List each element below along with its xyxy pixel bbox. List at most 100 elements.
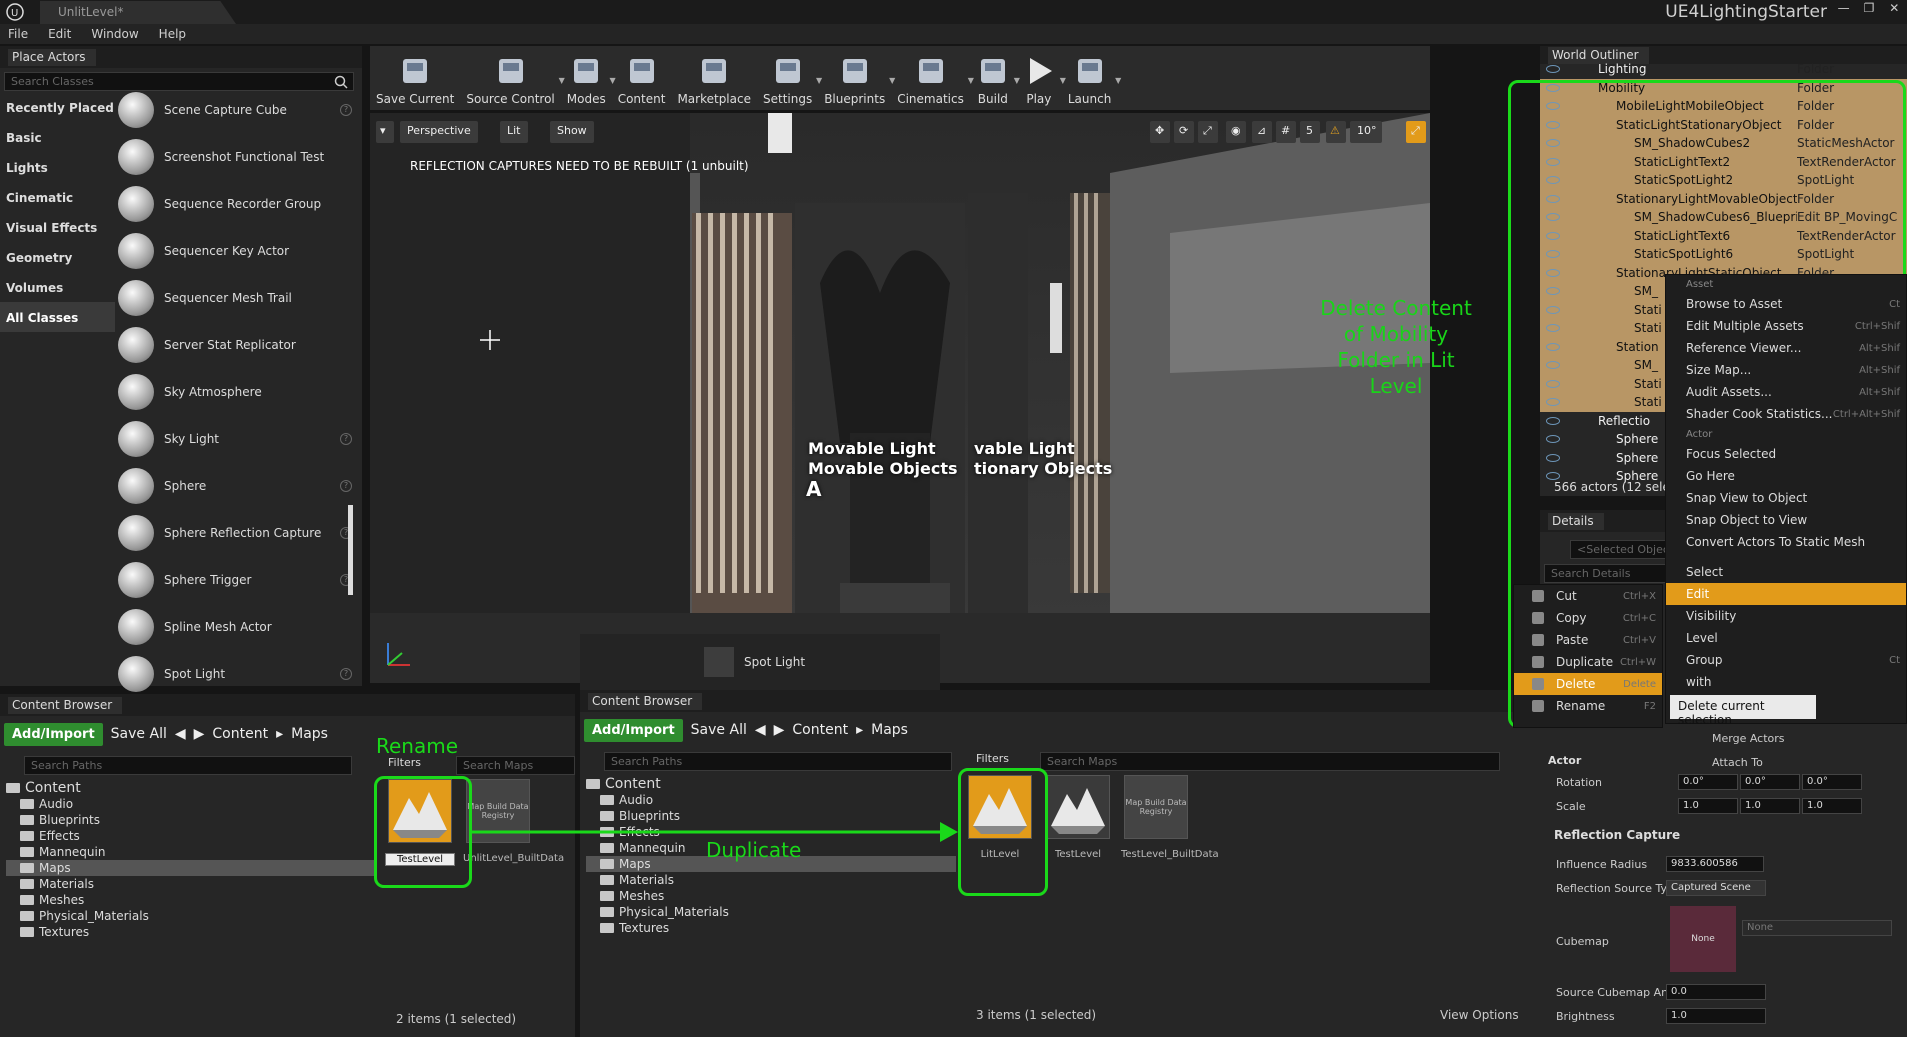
actor-class-item[interactable]: Spline Mesh Actor: [118, 603, 348, 650]
tree-folder-item[interactable]: Materials: [6, 876, 376, 892]
rotation-y-field[interactable]: 0.0°: [1740, 774, 1800, 790]
submenu-item[interactable]: Snap View to Object: [1666, 487, 1906, 509]
category-recently-placed[interactable]: Recently Placed: [0, 92, 115, 122]
actor-class-item[interactable]: Spot Light?: [118, 650, 352, 697]
submenu-item[interactable]: Edit Multiple Assets Ctrl+Shif: [1666, 315, 1906, 337]
rotation-snap-value[interactable]: 10°: [1350, 121, 1382, 143]
menu-help[interactable]: Help: [159, 24, 186, 44]
category-cinematic[interactable]: Cinematic: [0, 182, 115, 212]
translate-icon[interactable]: ✥: [1150, 121, 1170, 143]
tree-folder-item[interactable]: Physical_Materials: [6, 908, 376, 924]
help-icon[interactable]: ?: [340, 432, 352, 445]
history-back-icon[interactable]: ◀: [755, 722, 766, 738]
submenu-item[interactable]: Select: [1666, 561, 1906, 583]
tree-folder-item[interactable]: Physical_Materials: [586, 904, 956, 920]
context-menu-paste[interactable]: Paste Ctrl+V: [1514, 629, 1662, 651]
rotate-icon[interactable]: ⟳: [1174, 121, 1194, 143]
toolbar-button-content[interactable]: Content: [612, 46, 672, 110]
show-button[interactable]: Show: [550, 121, 594, 143]
category-basic[interactable]: Basic: [0, 122, 115, 152]
grid-size-value[interactable]: 5: [1300, 121, 1320, 143]
submenu-item[interactable]: Go Here: [1666, 465, 1906, 487]
add-import-button[interactable]: Add/Import: [4, 722, 103, 746]
close-icon[interactable]: ✕: [1882, 0, 1907, 18]
breadcrumb-maps[interactable]: Maps: [291, 726, 328, 742]
scale-x-field[interactable]: 1.0: [1678, 798, 1738, 814]
toolbar-button-settings[interactable]: Settings ▼: [757, 46, 822, 110]
submenu-item[interactable]: Visibility: [1666, 605, 1906, 627]
actor-list-scrollbar[interactable]: [348, 505, 353, 595]
actor-class-item[interactable]: Scene Capture Cube?: [118, 86, 352, 133]
scale-z-field[interactable]: 1.0: [1802, 798, 1862, 814]
actor-class-item[interactable]: Sky Atmosphere: [118, 368, 348, 415]
asset-tile[interactable]: TestLevel: [1043, 775, 1113, 875]
perspective-button[interactable]: Perspective: [400, 121, 478, 143]
rotation-z-field[interactable]: 0.0°: [1802, 774, 1862, 790]
source-cubemap-angle-field[interactable]: 0.0: [1666, 984, 1766, 1000]
tree-folder-item[interactable]: Blueprints: [6, 812, 376, 828]
reflection-capture-section[interactable]: Reflection Capture: [1554, 828, 1680, 842]
rotation-x-field[interactable]: 0.0°: [1678, 774, 1738, 790]
submenu-item[interactable]: with: [1666, 671, 1906, 693]
tree-folder-item[interactable]: Mannequin: [6, 844, 376, 860]
submenu-item[interactable]: Convert Actors To Static Mesh: [1666, 531, 1906, 553]
tree-folder-item[interactable]: Effects: [6, 828, 376, 844]
view-options-button[interactable]: View Options: [1440, 1008, 1519, 1022]
toolbar-button-build[interactable]: Build ▼: [970, 46, 1020, 110]
search-paths-input[interactable]: Search Paths: [604, 752, 952, 771]
breadcrumb-content[interactable]: Content: [212, 726, 268, 742]
content-browser-middle-tab[interactable]: Content Browser: [580, 690, 1540, 712]
toolbar-button-source-control[interactable]: Source Control ▼: [460, 46, 565, 110]
actor-class-item[interactable]: Server Stat Replicator: [118, 321, 348, 368]
save-all-button[interactable]: Save All: [691, 722, 747, 738]
history-back-icon[interactable]: ◀: [175, 726, 186, 742]
toolbar-button-modes[interactable]: Modes ▼: [561, 46, 616, 110]
merge-actors-label[interactable]: Merge Actors: [1712, 732, 1785, 745]
brightness-field[interactable]: 1.0: [1666, 1008, 1766, 1024]
cubemap-dropdown[interactable]: None: [1742, 920, 1892, 936]
help-icon[interactable]: ?: [340, 103, 352, 116]
toolbar-button-save[interactable]: Save Current: [370, 46, 460, 110]
actor-class-item[interactable]: Sequence Recorder Group: [118, 180, 348, 227]
actor-class-item[interactable]: Sky Light?: [118, 415, 352, 462]
influence-radius-field[interactable]: 9833.600586: [1666, 856, 1764, 872]
context-menu-delete[interactable]: Delete Delete: [1514, 673, 1662, 695]
category-all-classes[interactable]: All Classes: [0, 302, 115, 332]
tree-folder-item[interactable]: Maps: [6, 860, 376, 876]
tree-folder-item[interactable]: Materials: [586, 872, 956, 888]
tree-root-content[interactable]: Content: [6, 780, 376, 796]
help-icon[interactable]: ?: [340, 667, 352, 680]
submenu-item[interactable]: Edit: [1666, 583, 1906, 605]
actor-section-header[interactable]: Actor: [1548, 754, 1581, 767]
tree-folder-item[interactable]: Audio: [586, 792, 956, 808]
history-forward-icon[interactable]: ▶: [774, 722, 785, 738]
scale-y-field[interactable]: 1.0: [1740, 798, 1800, 814]
toolbar-button-blueprints[interactable]: Blueprints ▼: [818, 46, 895, 110]
menu-window[interactable]: Window: [91, 24, 138, 44]
history-forward-icon[interactable]: ▶: [194, 726, 205, 742]
maximize-viewport-icon[interactable]: ⤢: [1406, 121, 1426, 143]
dropdown-arrow-icon[interactable]: ▼: [1115, 76, 1121, 85]
filters-button[interactable]: Filters: [976, 752, 1009, 765]
tree-root-content[interactable]: Content: [586, 776, 956, 792]
menu-file[interactable]: File: [8, 24, 28, 44]
tree-folder-item[interactable]: Textures: [586, 920, 956, 936]
surface-snap-icon[interactable]: ⊿: [1252, 121, 1272, 143]
search-paths-input[interactable]: Search Paths: [24, 756, 352, 775]
tree-folder-item[interactable]: Meshes: [586, 888, 956, 904]
category-lights[interactable]: Lights: [0, 152, 115, 182]
tree-folder-item[interactable]: Audio: [6, 796, 376, 812]
place-actors-tab[interactable]: Place Actors: [0, 46, 362, 68]
search-maps-input[interactable]: Search Maps: [1040, 752, 1500, 771]
actor-class-item[interactable]: Sphere Trigger?: [118, 556, 352, 603]
actor-class-item[interactable]: Sphere Reflection Capture?: [118, 509, 352, 556]
document-tab[interactable]: UnlitLevel*: [40, 1, 236, 24]
content-browser-left-tab[interactable]: Content Browser: [0, 694, 575, 716]
submenu-item[interactable]: Audit Assets... Alt+Shif: [1666, 381, 1906, 403]
scale-icon[interactable]: ⤢: [1198, 121, 1218, 143]
reflection-source-type-dropdown[interactable]: Captured Scene: [1666, 880, 1766, 896]
context-menu-copy[interactable]: Copy Ctrl+C: [1514, 607, 1662, 629]
outliner-row[interactable]: Lighting Folder: [1540, 60, 1907, 79]
submenu-item[interactable]: Reference Viewer... Alt+Shif: [1666, 337, 1906, 359]
menu-edit[interactable]: Edit: [48, 24, 71, 44]
